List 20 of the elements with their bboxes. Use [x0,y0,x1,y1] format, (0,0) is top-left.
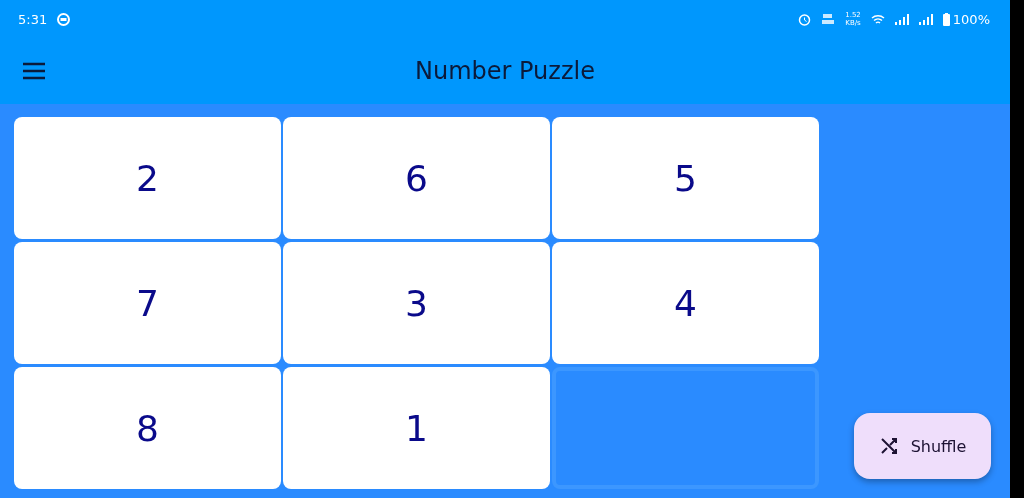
wifi-icon [870,13,885,25]
shuffle-icon [878,436,899,456]
puzzle-tile[interactable]: 2 [14,117,281,239]
puzzle-tile[interactable]: 3 [283,242,550,364]
status-time: 5:31 [18,11,48,27]
battery-percent: 100% [952,11,990,27]
menu-icon[interactable] [22,62,46,80]
battery-icon [942,12,950,26]
alarm-icon [798,12,812,26]
puzzle-tile[interactable]: 7 [14,242,281,364]
app-title: Number Puzzle [415,57,595,85]
signal-icon [918,13,933,25]
puzzle-tile[interactable]: 1 [283,367,550,489]
puzzle-tile[interactable]: 6 [283,117,550,239]
puzzle-tile[interactable]: 8 [14,367,281,489]
app-notification-icon [57,12,71,26]
signal-icon [894,13,909,25]
puzzle-tile[interactable]: 5 [552,117,819,239]
puzzle-tile[interactable]: 4 [552,242,819,364]
shuffle-button[interactable]: Shuffle [854,413,991,479]
